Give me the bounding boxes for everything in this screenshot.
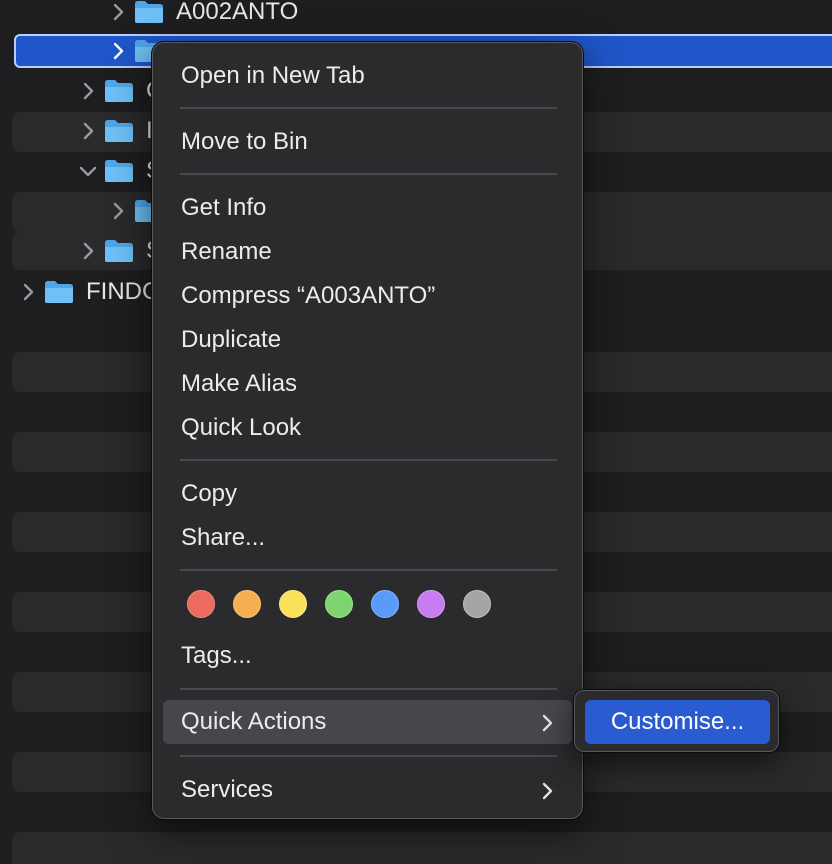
menu-item-quick-actions[interactable]: Quick Actions — [163, 700, 572, 744]
table-row[interactable]: I — [78, 113, 153, 149]
folder-icon — [104, 79, 134, 103]
quick-actions-submenu: Customise... — [574, 690, 779, 752]
chevron-right-icon[interactable] — [108, 201, 128, 221]
menu-item-label: Get Info — [181, 194, 267, 221]
folder-icon — [134, 0, 164, 24]
menu-separator — [180, 688, 557, 690]
menu-item-move-to-bin[interactable]: Move to Bin — [163, 120, 572, 164]
table-row[interactable]: S — [78, 153, 162, 189]
context-menu: Open in New Tab Move to Bin Get Info Ren… — [152, 42, 583, 819]
menu-item-label: Make Alias — [181, 370, 298, 397]
menu-item-rename[interactable]: Rename — [163, 230, 572, 274]
table-row[interactable]: A002ANTO — [108, 0, 298, 30]
menu-item-label: Open in New Tab — [181, 62, 365, 89]
menu-item-quick-look[interactable]: Quick Look — [163, 406, 572, 450]
menu-item-services[interactable]: Services — [163, 768, 572, 812]
menu-item-copy[interactable]: Copy — [163, 472, 572, 516]
menu-item-label: Quick Actions — [181, 708, 327, 735]
menu-separator — [180, 459, 557, 461]
menu-item-label: Tags... — [181, 642, 252, 669]
chevron-right-icon[interactable] — [108, 2, 128, 22]
tag-yellow[interactable] — [279, 590, 307, 618]
menu-item-open-in-new-tab[interactable]: Open in New Tab — [163, 54, 572, 98]
folder-icon — [44, 280, 74, 304]
menu-separator — [180, 173, 557, 175]
menu-item-label: Share... — [181, 524, 266, 551]
tag-color-row — [187, 590, 491, 620]
tag-blue[interactable] — [371, 590, 399, 618]
tag-purple[interactable] — [417, 590, 445, 618]
chevron-right-icon[interactable] — [78, 241, 98, 261]
menu-item-label: Rename — [181, 238, 272, 265]
tag-gray[interactable] — [463, 590, 491, 618]
menu-item-duplicate[interactable]: Duplicate — [163, 318, 572, 362]
finder-window: A002ANTO C I S — [0, 0, 832, 864]
chevron-right-icon[interactable] — [18, 282, 38, 302]
table-row[interactable]: C — [78, 73, 163, 109]
tag-red[interactable] — [187, 590, 215, 618]
menu-item-label: Move to Bin — [181, 128, 308, 155]
menu-item-make-alias[interactable]: Make Alias — [163, 362, 572, 406]
menu-item-label: Quick Look — [181, 414, 302, 441]
menu-item-get-info[interactable]: Get Info — [163, 186, 572, 230]
menu-item-label: Compress “A003ANTO” — [181, 282, 436, 309]
menu-item-label: Customise... — [610, 708, 745, 735]
row-label: FINDC — [86, 278, 160, 305]
list-stripe — [12, 832, 832, 864]
chevron-down-icon[interactable] — [78, 161, 98, 181]
menu-item-compress[interactable]: Compress “A003ANTO” — [163, 274, 572, 318]
folder-icon — [104, 119, 134, 143]
chevron-right-icon[interactable] — [108, 41, 128, 61]
menu-item-label: Duplicate — [181, 326, 282, 353]
chevron-right-icon — [540, 780, 554, 800]
menu-item-tags[interactable]: Tags... — [163, 634, 572, 678]
menu-separator — [180, 107, 557, 109]
menu-separator — [180, 755, 557, 757]
table-row[interactable]: FINDC — [18, 274, 159, 310]
menu-item-customise[interactable]: Customise... — [585, 700, 770, 744]
tag-orange[interactable] — [233, 590, 261, 618]
menu-separator — [180, 569, 557, 571]
menu-item-label: Services — [181, 776, 274, 803]
chevron-right-icon[interactable] — [78, 81, 98, 101]
menu-item-share[interactable]: Share... — [163, 516, 572, 560]
folder-icon — [104, 159, 134, 183]
chevron-right-icon[interactable] — [78, 121, 98, 141]
chevron-right-icon — [540, 712, 554, 732]
tag-green[interactable] — [325, 590, 353, 618]
row-label: A002ANTO — [176, 0, 299, 25]
folder-icon — [104, 239, 134, 263]
table-row[interactable]: S — [78, 233, 162, 269]
menu-item-label: Copy — [181, 480, 238, 507]
